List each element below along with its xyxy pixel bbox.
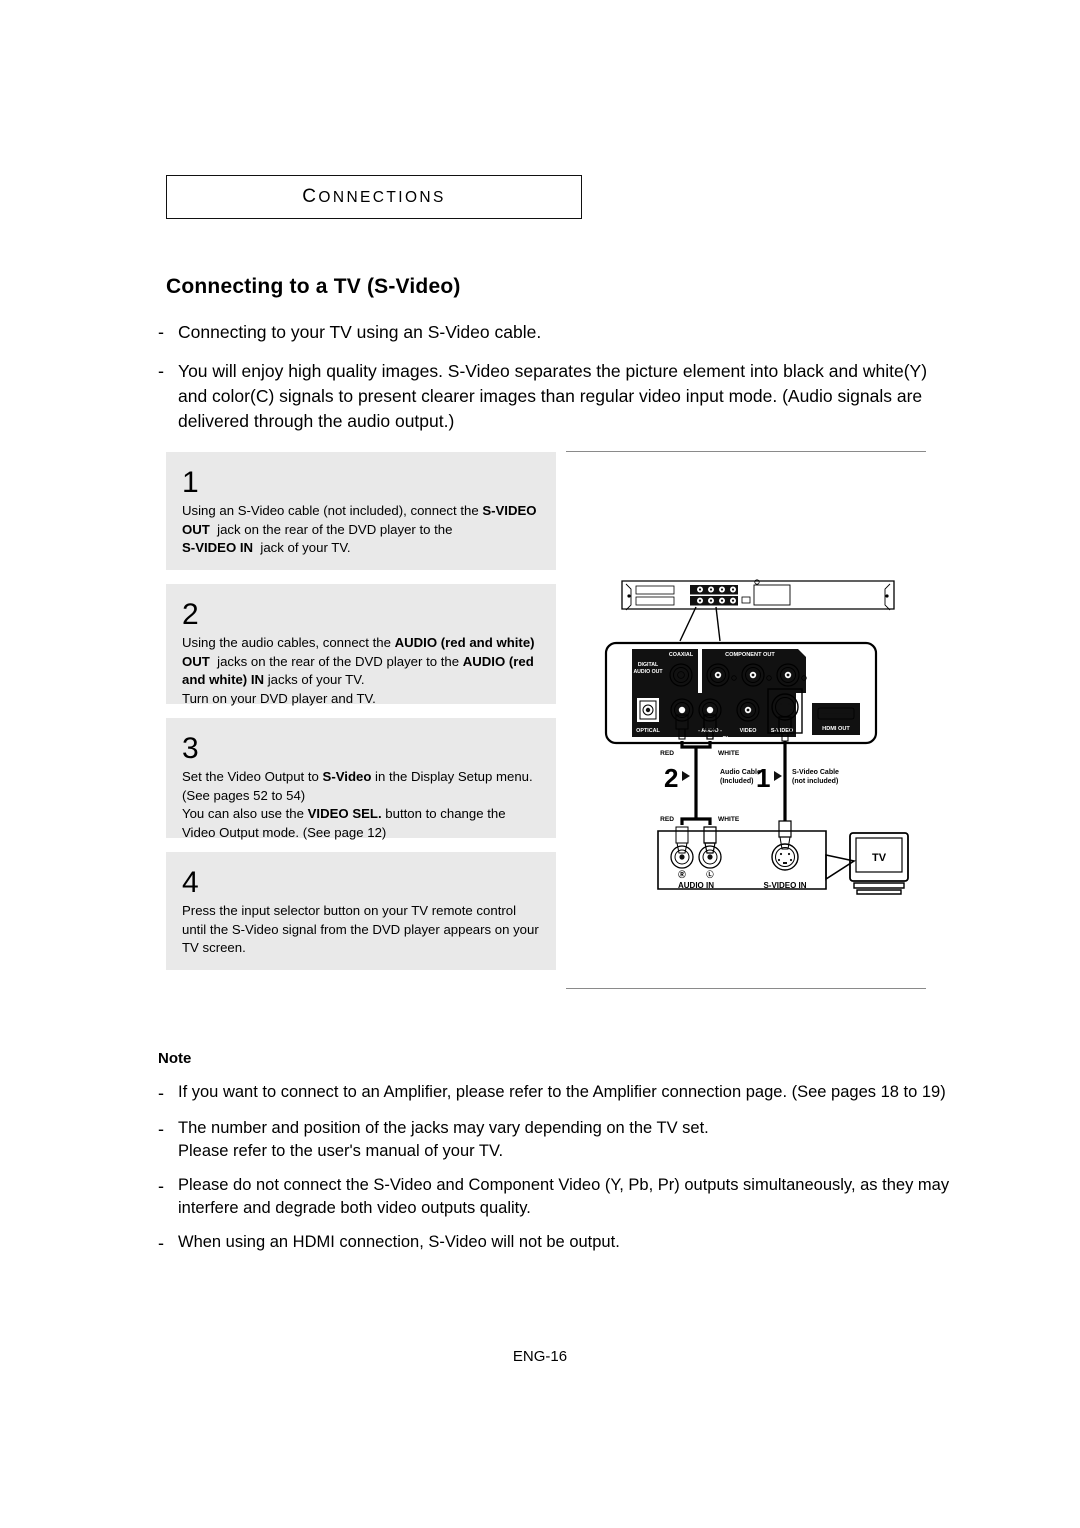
step-number: 3 [182,732,199,765]
divider-top [566,451,926,452]
bullet-dash: - [158,1176,164,1196]
page-footer: ENG-16 [512,1348,568,1365]
label-video: VIDEO [740,728,757,734]
note-item: - The number and position of the jacks m… [158,1117,958,1163]
bullet-dash: - [158,1233,164,1253]
label-tv: TV [872,852,887,864]
connection-diagram: .ln{fill:none;stroke:#000;} .t{font-fami… [596,565,926,905]
step-text: Press the input selector button on your … [182,903,539,955]
intro-bullet-text: Connecting to your TV using an S-Video c… [178,322,542,342]
note-item-text: The number and position of the jacks may… [178,1119,709,1160]
label-audio-cable-included: (Included) [720,778,753,785]
step-text: Using the audio cables, connect the AUDI… [182,635,535,706]
note-item: - If you want to connect to an Amplifier… [158,1081,958,1106]
section-header-label: CONNECTIONS [302,186,445,208]
step-number: 1 [182,466,199,499]
step-box-3: 3 Set the Video Output to S-Video in the… [166,718,556,840]
section-header-rest: ONNECTIONS [318,189,446,206]
section-header-first-letter: C [302,186,319,207]
label-optical: OPTICAL [636,728,660,734]
step-box-1: 1 Using an S-Video cable (not included),… [166,452,556,570]
step-number: 4 [182,866,199,899]
label-red-bottom: RED [660,816,674,823]
intro-bullet: - Connecting to your TV using an S-Video… [158,320,948,345]
label-audio-cable: Audio Cable [720,769,761,776]
bullet-dash: - [158,322,164,342]
marker-2: 2 [664,763,678,793]
tv-input-panel: Ⓡ Ⓛ AUDIO IN S-VIDEO IN [657,830,857,890]
note-item-text: When using an HDMI connection, S-Video w… [178,1233,620,1251]
zoom-leader-lines [679,606,721,642]
intro-bullet-list: - Connecting to your TV using an S-Video… [158,320,948,448]
note-item: - Please do not connect the S-Video and … [158,1174,958,1220]
intro-bullet: - You will enjoy high quality images. S-… [158,359,948,434]
label-digital-audio-out-line2: AUDIO OUT [633,669,663,675]
step-list: 1 Using an S-Video cable (not included),… [166,452,556,984]
marker-1: 1 [756,763,770,793]
intro-bullet-text: You will enjoy high quality images. S-Vi… [178,361,928,431]
note-item-text: Please do not connect the S-Video and Co… [178,1176,950,1217]
step-number: 2 [182,598,199,631]
label-coaxial: COAXIAL [669,652,694,658]
step-text: Using an S-Video cable (not included), c… [182,503,537,555]
note-item-text: If you want to connect to an Amplifier, … [178,1083,946,1101]
label-white-top: WHITE [718,750,740,757]
tv-illustration: TV [849,832,909,895]
marker-2-arrow [682,771,690,781]
dvd-player-rear-small [621,579,895,611]
label-svideo-cable: S-Video Cable [792,769,839,776]
note-title: Note [158,1050,192,1067]
label-jack-right: Ⓡ [678,870,686,879]
note-item: - When using an HDMI connection, S-Video… [158,1231,958,1256]
note-block: Note - If you want to connect to an Ampl… [158,1050,958,1267]
marker-1-arrow [774,771,782,781]
label-jack-left: Ⓛ [706,870,714,879]
label-component-out: COMPONENT OUT [725,652,775,658]
label-hdmi-out: HDMI OUT [822,726,850,732]
bullet-dash: - [158,1119,164,1139]
rear-panel-detail: DIGITAL AUDIO OUT OPTICAL COAXIAL COMPON… [604,641,878,745]
divider-bottom [566,988,926,989]
label-svideo-cable-not-included: (not included) [792,778,838,785]
step-box-2: 2 Using the audio cables, connect the AU… [166,584,556,706]
label-audio-in: AUDIO IN [678,881,714,890]
section-header-box: CONNECTIONS [166,175,582,219]
step-box-4: 4 Press the input selector button on you… [166,852,556,970]
label-red-top: RED [660,750,674,757]
label-white-bottom: WHITE [718,816,740,823]
step-text: Set the Video Output to S-Video in the D… [182,769,533,840]
bullet-dash: - [158,1083,164,1103]
page-title: Connecting to a TV (S-Video) [166,275,461,298]
bullet-dash: - [158,361,164,381]
label-digital-audio-out-line1: DIGITAL [638,662,659,668]
label-s-video-in: S-VIDEO IN [763,881,806,890]
document-page: CONNECTIONS Connecting to a TV (S-Video)… [0,0,1080,1528]
